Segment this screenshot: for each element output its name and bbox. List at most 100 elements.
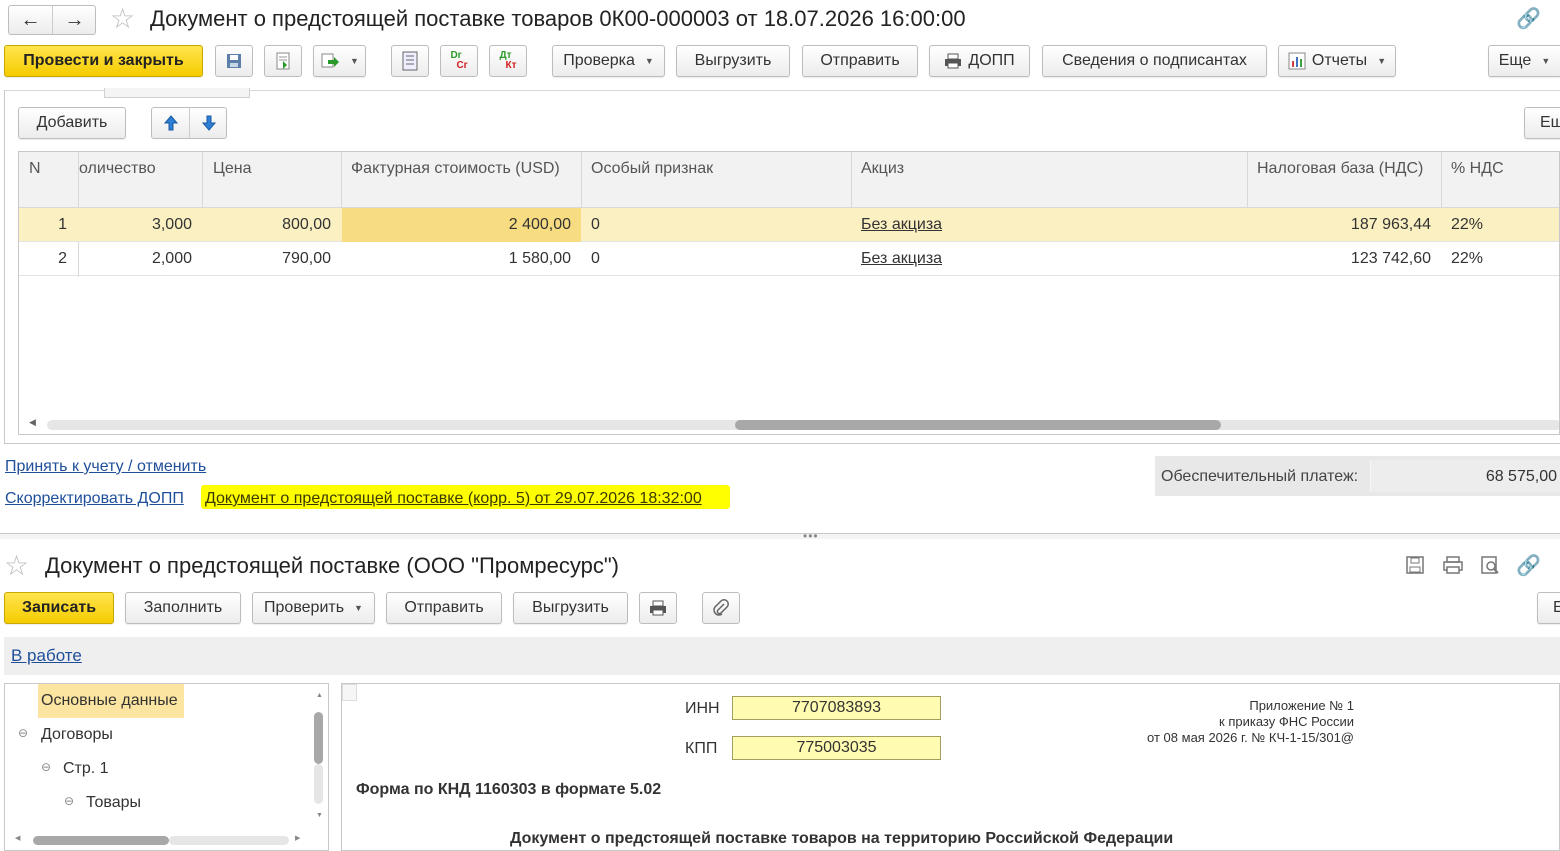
chevron-down-icon: ▼ bbox=[1377, 56, 1387, 66]
inn-label: ИНН bbox=[685, 700, 720, 717]
cell-quantity: 3,000 bbox=[151, 216, 192, 233]
move-down-arrow-icon[interactable] bbox=[190, 108, 227, 138]
column-divider bbox=[1247, 152, 1248, 208]
cell-excise-link[interactable]: Без акциза bbox=[861, 242, 942, 276]
print-icon[interactable] bbox=[1442, 555, 1464, 579]
kpp-label: КПП bbox=[685, 740, 718, 757]
favorite-star-icon[interactable]: ☆ bbox=[110, 2, 135, 35]
print-button[interactable] bbox=[639, 592, 677, 624]
signers-info-button[interactable]: Сведения о подписантах bbox=[1042, 45, 1267, 77]
vertical-scrollbar-thumb[interactable] bbox=[314, 712, 323, 764]
verify-button[interactable]: Проверить ▼ bbox=[252, 592, 375, 624]
column-divider bbox=[341, 152, 342, 208]
create-based-on-button[interactable]: ▼ bbox=[313, 45, 366, 77]
back-arrow-icon[interactable]: ← bbox=[9, 6, 53, 34]
correct-dopp-link[interactable]: Скорректировать ДОПП bbox=[5, 490, 184, 508]
goods-table: N оличество Цена Фактурная стоимость (US… bbox=[18, 151, 1560, 435]
window-splitter[interactable] bbox=[0, 533, 1560, 539]
correction-document-link[interactable]: Документ о предстоящей поставке (корр. 5… bbox=[205, 490, 702, 508]
add-row-button[interactable]: Добавить bbox=[18, 107, 126, 139]
form-document-heading: Документ о предстоящей поставке товаров … bbox=[510, 830, 1174, 847]
write-button[interactable]: Записать bbox=[4, 592, 114, 624]
tab-stub bbox=[104, 88, 250, 98]
inn-field[interactable]: 7707083893 bbox=[732, 696, 941, 720]
favorite-star-icon[interactable]: ☆ bbox=[4, 549, 29, 582]
link-icon[interactable]: 🔗 bbox=[1516, 6, 1541, 31]
cell-invoice-cost[interactable]: 1 580,00 bbox=[342, 242, 581, 276]
cell-excise-link[interactable]: Без акциза bbox=[861, 208, 942, 242]
scroll-left-icon[interactable]: ◀ bbox=[15, 834, 20, 842]
annex-line-3: от 08 мая 2026 г. № КЧ-1-15/301@ bbox=[1147, 730, 1354, 745]
tree-item-page-1[interactable]: Стр. 1 bbox=[63, 760, 109, 778]
create-based-icon bbox=[321, 53, 340, 68]
dr-cr-icon[interactable]: Dr Cr bbox=[440, 45, 478, 77]
column-header-excise[interactable]: Акциз bbox=[861, 160, 904, 178]
move-buttons bbox=[151, 107, 227, 139]
forward-arrow-icon[interactable]: → bbox=[53, 6, 96, 34]
paperclip-icon bbox=[713, 599, 729, 616]
cell-price: 800,00 bbox=[282, 216, 331, 233]
post-and-close-button[interactable]: Провести и закрыть bbox=[4, 45, 203, 77]
column-header-quantity[interactable]: оличество bbox=[79, 160, 156, 178]
table-row[interactable]: 2 2,000 790,00 1 580,00 0 Без акциза 123… bbox=[19, 242, 1559, 276]
send-button[interactable]: Отправить bbox=[386, 592, 502, 624]
column-header-vat-rate[interactable]: % НДС bbox=[1451, 160, 1504, 178]
horizontal-scrollbar-thumb[interactable] bbox=[33, 836, 169, 845]
reports-button[interactable]: Отчеты ▼ bbox=[1278, 45, 1396, 77]
horizontal-scrollbar-thumb[interactable] bbox=[735, 420, 1221, 430]
column-header-special-flag[interactable]: Особый признак bbox=[591, 160, 713, 178]
save-icon[interactable] bbox=[215, 45, 253, 77]
bottom-more-button[interactable]: Е bbox=[1537, 592, 1560, 624]
tree-item-main-data[interactable]: Основные данные bbox=[41, 692, 178, 710]
splitter-grip-icon[interactable]: ••• bbox=[803, 529, 819, 543]
check-button[interactable]: Проверка ▼ bbox=[552, 45, 665, 77]
cell-invoice-cost[interactable]: 2 400,00 bbox=[342, 208, 581, 242]
scroll-down-icon[interactable]: ▼ bbox=[316, 812, 323, 819]
column-divider bbox=[1441, 152, 1442, 208]
scroll-right-icon[interactable]: ▶ bbox=[295, 834, 300, 842]
table-more-button[interactable]: Еш bbox=[1524, 107, 1560, 139]
tree-item-contracts[interactable]: Договоры bbox=[41, 726, 113, 744]
column-divider bbox=[851, 152, 852, 208]
collapse-icon[interactable]: ⊖ bbox=[18, 726, 28, 740]
column-header-tax-base[interactable]: Налоговая база (НДС) bbox=[1257, 160, 1423, 178]
column-divider bbox=[202, 152, 203, 208]
status-link[interactable]: В работе bbox=[11, 646, 82, 666]
horizontal-scrollbar-track[interactable] bbox=[169, 836, 289, 845]
more-button[interactable]: Еще ▼ bbox=[1488, 45, 1560, 77]
kpp-field[interactable]: 775003035 bbox=[732, 736, 941, 760]
vertical-scrollbar-track[interactable] bbox=[314, 764, 323, 804]
printer-icon bbox=[650, 600, 666, 616]
annex-line-1: Приложение № 1 bbox=[1249, 698, 1354, 713]
column-header-invoice-cost[interactable]: Фактурная стоимость (USD) bbox=[351, 160, 560, 178]
cell-vat-rate: 22% bbox=[1451, 250, 1484, 267]
cell-n: 2 bbox=[58, 250, 67, 267]
send-button[interactable]: Отправить bbox=[802, 45, 918, 77]
attach-button[interactable] bbox=[702, 592, 740, 624]
form-knd-title: Форма по КНД 1160303 в формате 5.02 bbox=[356, 781, 662, 798]
collapse-icon[interactable]: ⊖ bbox=[41, 760, 51, 774]
post-document-icon[interactable] bbox=[264, 45, 302, 77]
scroll-left-icon[interactable]: ◀ bbox=[29, 417, 36, 428]
export-button[interactable]: Выгрузить bbox=[676, 45, 790, 77]
journal-icon[interactable] bbox=[391, 45, 429, 77]
export-button[interactable]: Выгрузить bbox=[513, 592, 628, 624]
move-up-arrow-icon[interactable] bbox=[152, 108, 190, 138]
accept-cancel-link[interactable]: Принять к учету / отменить bbox=[5, 458, 206, 476]
collapse-icon[interactable]: ⊖ bbox=[64, 794, 74, 808]
chevron-down-icon: ▼ bbox=[1541, 56, 1551, 66]
preview-icon[interactable] bbox=[1480, 555, 1500, 579]
tree-item-goods[interactable]: Товары bbox=[86, 794, 141, 812]
scroll-up-icon[interactable]: ▲ bbox=[316, 692, 323, 699]
table-row[interactable]: 1 3,000 800,00 2 400,00 0 Без акциза 187… bbox=[19, 208, 1559, 242]
dt-kt-icon[interactable]: Дт Кт bbox=[489, 45, 527, 77]
cell-tax-base: 123 742,60 bbox=[1350, 250, 1431, 267]
save-icon[interactable] bbox=[1405, 555, 1425, 579]
column-header-price[interactable]: Цена bbox=[213, 160, 251, 178]
link-icon[interactable]: 🔗 bbox=[1516, 553, 1541, 578]
column-header-n[interactable]: N bbox=[29, 160, 41, 178]
dopp-print-button[interactable]: ДОПП bbox=[929, 45, 1030, 77]
fill-button[interactable]: Заполнить bbox=[125, 592, 241, 624]
document-title: Документ о предстоящей поставке товаров … bbox=[150, 6, 966, 31]
bottom-document-title: Документ о предстоящей поставке (ООО "Пр… bbox=[45, 553, 619, 578]
